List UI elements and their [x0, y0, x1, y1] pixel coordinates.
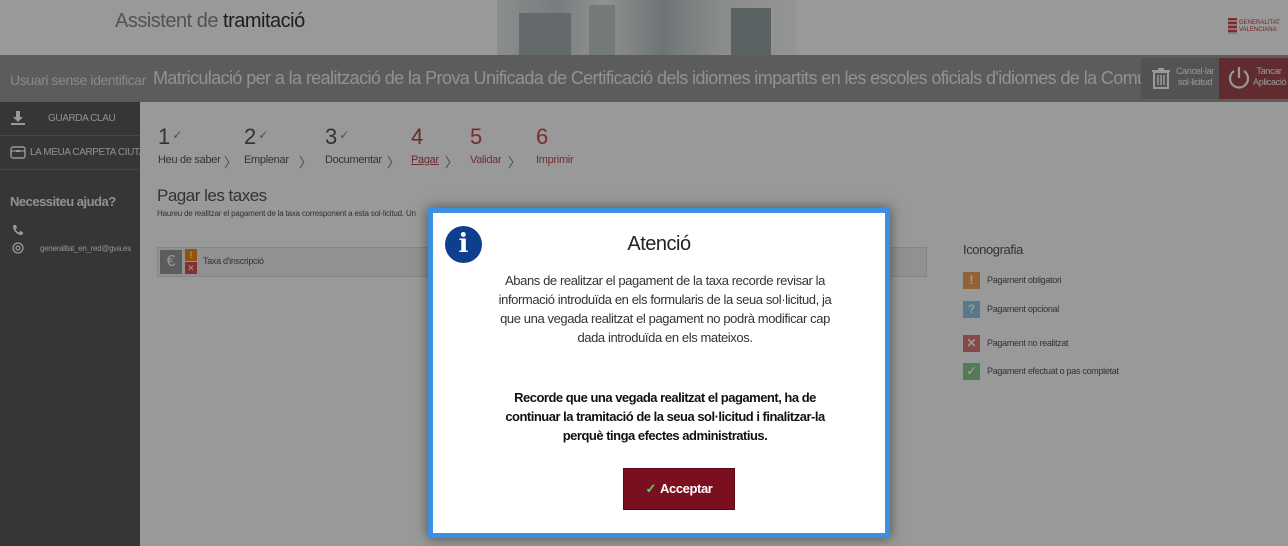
check-icon: ✓	[645, 481, 657, 496]
dialog-message: Abans de realitzar el pagament de la tax…	[498, 273, 832, 345]
dialog-title: Atenció	[627, 233, 691, 255]
accept-button[interactable]: ✓ Acceptar	[623, 468, 735, 510]
attention-dialog: i Atenció Abans de realitzar el pagament…	[428, 208, 890, 538]
accept-button-label: Acceptar	[660, 481, 713, 496]
dialog-message-bold: Recorde que una vegada realitzat el paga…	[505, 390, 825, 443]
